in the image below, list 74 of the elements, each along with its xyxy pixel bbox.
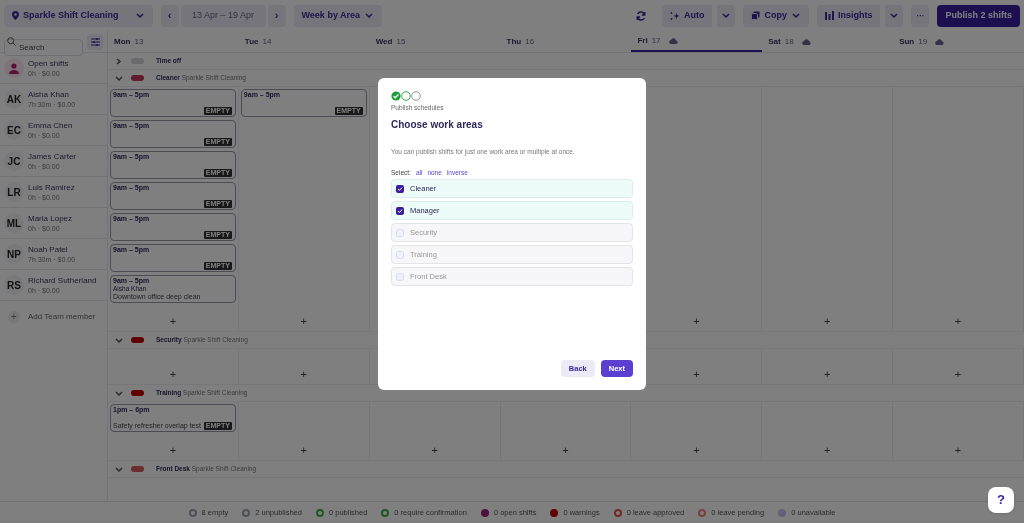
add-shift-button[interactable]: + (431, 444, 438, 456)
previous-week-button[interactable]: ‹ (160, 4, 179, 27)
sliders-icon (90, 37, 100, 46)
help-button[interactable]: ? (988, 487, 1014, 513)
add-shift-button[interactable]: + (693, 368, 700, 380)
bar-chart-icon (824, 11, 834, 20)
search-icon (7, 37, 16, 46)
avatar-initials: JC (4, 151, 24, 171)
day-header[interactable]: Tue 14 (238, 31, 370, 52)
chevron-down-icon (790, 11, 801, 20)
avatar-initials: EC (4, 120, 24, 140)
publish-button[interactable]: Publish 2 shifts (937, 4, 1020, 27)
day-header[interactable]: Thu 16 (500, 31, 632, 52)
copy-button[interactable]: Copy (743, 4, 809, 27)
avatar-initials: ML (4, 213, 24, 233)
person-name[interactable]: Maria Lopez (28, 213, 73, 224)
refresh-icon (635, 10, 646, 21)
add-shift-button[interactable]: + (169, 315, 177, 327)
chevron-down-icon (889, 11, 900, 20)
person-name[interactable]: Open shifts (28, 58, 69, 69)
add-shift-button[interactable]: + (954, 368, 962, 380)
add-shift-button[interactable]: + (954, 444, 962, 456)
person-name[interactable]: Richard Sutherland (28, 275, 97, 286)
search-field[interactable]: Search (4, 39, 83, 56)
day-header[interactable]: Wed 15 (369, 31, 501, 52)
checkbox[interactable] (396, 250, 404, 259)
filter-button[interactable] (87, 33, 103, 50)
insights-button[interactable]: Insights (816, 4, 881, 27)
avatar-initials: AK (4, 89, 24, 109)
insights-options-button[interactable] (885, 4, 904, 27)
avatar-initials: NP (4, 244, 24, 264)
day-header[interactable]: Fri 17 (631, 31, 763, 52)
copy-icon (751, 11, 761, 20)
add-shift-button[interactable]: + (824, 315, 831, 327)
person-name[interactable]: Luis Ramirez (28, 182, 75, 193)
chevron-down-icon (134, 11, 145, 20)
add-shift-button[interactable]: + (169, 444, 177, 456)
add-shift-button[interactable]: + (300, 315, 307, 327)
person-name[interactable]: James Carter (28, 151, 76, 162)
add-shift-button[interactable]: + (300, 444, 307, 456)
add-shift-button[interactable]: + (169, 368, 177, 380)
avatar-initials: LR (4, 182, 24, 202)
add-shift-button[interactable]: + (824, 444, 831, 456)
dialog-title: Choose work areas (391, 117, 484, 132)
add-shift-button[interactable]: + (824, 368, 831, 380)
person-icon (9, 62, 19, 74)
auto-options-button[interactable] (717, 4, 736, 27)
add-member-link[interactable]: Add Team member (28, 310, 96, 323)
chevron-down-icon (721, 11, 732, 20)
add-shift-button[interactable]: + (300, 368, 307, 380)
next-week-button[interactable]: › (267, 4, 286, 27)
person-name[interactable]: Emma Chen (28, 120, 73, 131)
person-name[interactable]: Noah Patel (28, 244, 76, 255)
day-header[interactable]: Mon 13 (108, 31, 239, 52)
chevron-down-icon (364, 11, 375, 20)
add-shift-button[interactable]: + (562, 444, 569, 456)
avatar-initials: RS (4, 275, 24, 295)
sparkle-icon (669, 10, 680, 21)
checkbox[interactable] (396, 228, 404, 237)
add-shift-button[interactable]: + (954, 315, 962, 327)
checkbox[interactable] (396, 206, 404, 215)
day-header[interactable]: Sat 18 (762, 31, 894, 52)
person-name[interactable]: Aisha Khan (28, 89, 76, 100)
add-icon[interactable]: + (8, 310, 20, 323)
pin-icon (12, 11, 19, 20)
view-selector[interactable]: Week by Area (293, 4, 383, 27)
add-shift-button[interactable]: + (693, 444, 700, 456)
more-button[interactable]: ··· (911, 4, 930, 27)
checkbox[interactable] (396, 184, 404, 193)
day-header[interactable]: Sun 19 (893, 31, 1024, 52)
add-shift-button[interactable]: + (693, 315, 700, 327)
checkbox[interactable] (396, 272, 404, 281)
auto-button[interactable]: Auto (661, 4, 713, 27)
location-selector[interactable]: Sparkle Shift Cleaning (4, 4, 153, 27)
